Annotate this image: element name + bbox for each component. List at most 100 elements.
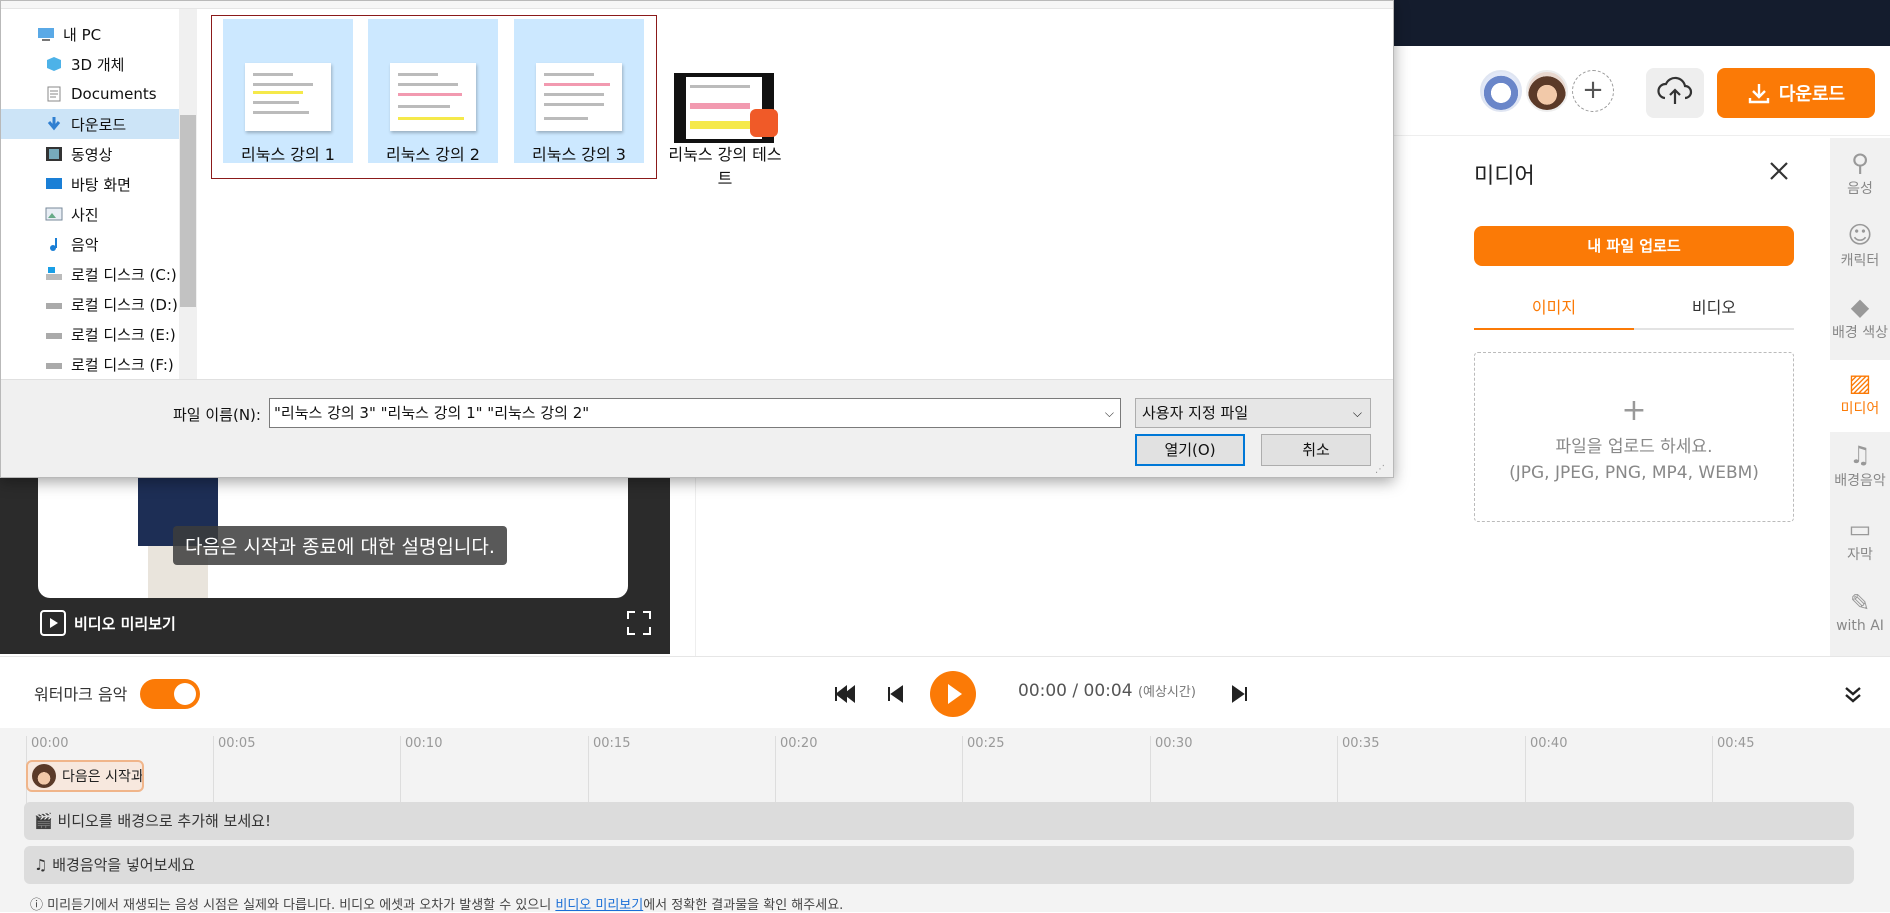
- document-thumbnail: [536, 63, 622, 131]
- filetype-select[interactable]: 사용자 지정 파일 ⌵: [1135, 398, 1371, 428]
- rail-item-voice[interactable]: ⚲ 음성: [1830, 148, 1890, 198]
- timeline-ruler: 00:00 00:05 00:10 00:15 00:20 00:25 00:3…: [0, 728, 1890, 806]
- download-button[interactable]: 다운로드: [1717, 68, 1875, 118]
- file-item[interactable]: 리눅스 강의 2: [368, 19, 498, 164]
- tick-label: 00:20: [775, 736, 817, 806]
- previous-icon[interactable]: [880, 679, 910, 709]
- caption-icon: ▭: [1848, 515, 1872, 543]
- dropzone-text-2: (JPG, JPEG, PNG, MP4, WEBM): [1509, 463, 1759, 483]
- download-arrow-icon: [47, 117, 61, 131]
- nav-item-drive-f[interactable]: 로컬 디스크 (F:): [1, 349, 179, 379]
- file-item[interactable]: 리눅스 강의 1: [223, 19, 353, 164]
- filename-input[interactable]: "리눅스 강의 3" "리눅스 강의 1" "리눅스 강의 2" ⌵: [269, 398, 1121, 428]
- dialog-top-strip: [1, 1, 1393, 9]
- chevron-down-icon[interactable]: ⌵: [1105, 399, 1114, 427]
- nav-scrollbar-thumb[interactable]: [180, 115, 196, 307]
- nav-item-drive-d[interactable]: 로컬 디스크 (D:): [1, 289, 179, 319]
- nav-item-3d[interactable]: 3D 개체: [1, 49, 179, 79]
- next-icon[interactable]: [1225, 679, 1255, 709]
- player-bar: 워터마크 음악 00:00 / 00:04 (예상시간): [0, 656, 1890, 728]
- time-display: 00:00 / 00:04 (예상시간): [1018, 681, 1196, 701]
- video-preview-label[interactable]: 비디오 미리보기: [40, 610, 176, 636]
- cancel-button[interactable]: 취소: [1261, 434, 1371, 466]
- nav-item-drive-e[interactable]: 로컬 디스크 (E:): [1, 319, 179, 349]
- rail-item-media[interactable]: ▨ 미디어: [1830, 360, 1890, 432]
- tab-image[interactable]: 이미지: [1474, 286, 1634, 330]
- nav-item-documents[interactable]: Documents: [1, 79, 179, 109]
- nav-item-music[interactable]: 음악: [1, 229, 179, 259]
- fullscreen-icon[interactable]: [625, 609, 653, 637]
- rail-item-character[interactable]: ☺ 캐릭터: [1830, 220, 1890, 270]
- cloud-upload-icon: [1657, 76, 1693, 104]
- skip-start-icon[interactable]: [830, 679, 860, 709]
- info-icon: ⓘ: [30, 898, 44, 913]
- dropzone-text-1: 파일을 업로드 하세요.: [1555, 437, 1713, 457]
- music-track[interactable]: ♫ 배경음악을 넣어보세요: [24, 846, 1854, 884]
- avatar-person[interactable]: [1526, 70, 1568, 112]
- rail-item-ai[interactable]: ✎ with AI: [1830, 588, 1890, 634]
- document-icon: [47, 86, 61, 102]
- clip-avatar: [32, 764, 56, 788]
- media-panel-title: 미디어: [1474, 164, 1535, 189]
- tick-label: 00:05: [213, 736, 255, 806]
- ai-wand-icon: ✎: [1849, 589, 1871, 617]
- file-item[interactable]: 리눅스 강의 테스트: [660, 19, 790, 188]
- tick-label: 00:10: [400, 736, 442, 806]
- preview-notice: ⓘ 미리듣기에서 재생되는 음성 시점은 실제와 다릅니다. 비디오 에셋과 오…: [30, 898, 844, 913]
- nav-item-videos[interactable]: 동영상: [1, 139, 179, 169]
- timeline: 00:00 00:05 00:10 00:15 00:20 00:25 00:3…: [0, 728, 1890, 913]
- avatar-character[interactable]: [1480, 70, 1522, 112]
- paint-bucket-icon: ◆: [1850, 293, 1870, 321]
- open-button[interactable]: 열기(O): [1135, 434, 1245, 466]
- tick-label: 00:40: [1525, 736, 1567, 806]
- download-label: 다운로드: [1778, 84, 1846, 105]
- file-item[interactable]: 리눅스 강의 3: [514, 19, 644, 164]
- document-thumbnail: [390, 63, 476, 131]
- tab-video[interactable]: 비디오: [1634, 286, 1794, 330]
- upload-dropzone[interactable]: + 파일을 업로드 하세요. (JPG, JPEG, PNG, MP4, WEB…: [1474, 352, 1794, 522]
- file-open-dialog: 내 PC 3D 개체 Documents 다운로드 동영상 바탕 화면 사진 음…: [0, 0, 1394, 478]
- drive-icon: [46, 363, 62, 369]
- document-thumbnail: [245, 63, 331, 131]
- windows-drive-icon: [46, 267, 62, 280]
- add-avatar-button[interactable]: +: [1572, 70, 1614, 112]
- preview-subtitle: 다음은 시작과 종료에 대한 설명입니다.: [173, 526, 507, 565]
- cube-icon: [47, 57, 61, 71]
- rail-item-music[interactable]: ♫ 배경음악: [1830, 440, 1890, 490]
- resize-grip-icon[interactable]: ⋰: [1375, 464, 1389, 476]
- picture-icon: [45, 207, 63, 221]
- rail-item-background-color[interactable]: ◆ 배경 색상: [1830, 292, 1890, 342]
- close-icon[interactable]: [1764, 156, 1794, 186]
- cloud-upload-button[interactable]: [1646, 68, 1704, 118]
- filename-label: 파일 이름(N):: [173, 406, 261, 424]
- desktop-icon: [46, 178, 62, 189]
- play-icon: [948, 684, 962, 704]
- watermark-music-label: 워터마크 음악: [34, 685, 128, 704]
- dialog-footer: 파일 이름(N): "리눅스 강의 3" "리눅스 강의 1" "리눅스 강의 …: [1, 379, 1393, 477]
- tick-label: 00:45: [1712, 736, 1754, 806]
- upload-my-file-button[interactable]: 내 파일 업로드: [1474, 226, 1794, 266]
- drive-icon: [46, 303, 62, 309]
- collapse-chevron-icon[interactable]: [1838, 679, 1868, 709]
- nav-item-my-pc[interactable]: 내 PC: [1, 19, 179, 49]
- download-icon: [1748, 84, 1770, 104]
- voice-clip[interactable]: 다음은 시작과: [26, 760, 144, 792]
- video-track[interactable]: 🎬 비디오를 배경으로 추가해 보세요!: [24, 802, 1854, 840]
- video-preview-link[interactable]: 비디오 미리보기: [555, 898, 643, 913]
- voice-icon: ⚲: [1851, 149, 1869, 177]
- nav-item-downloads[interactable]: 다운로드: [1, 109, 179, 139]
- media-panel: 미디어 내 파일 업로드 이미지 비디오 + 파일을 업로드 하세요. (JPG…: [1444, 138, 1824, 656]
- watermark-music-toggle[interactable]: [140, 679, 200, 709]
- nav-item-drive-c[interactable]: 로컬 디스크 (C:): [1, 259, 179, 289]
- tick-label: 00:35: [1337, 736, 1379, 806]
- app-badge-icon: [750, 109, 778, 137]
- nav-item-desktop[interactable]: 바탕 화면: [1, 169, 179, 199]
- music-note-icon: [50, 238, 57, 251]
- drive-icon: [46, 333, 62, 339]
- tick-label: 00:30: [1150, 736, 1192, 806]
- image-icon: ▨: [1848, 369, 1872, 397]
- navigation-pane: 내 PC 3D 개체 Documents 다운로드 동영상 바탕 화면 사진 음…: [1, 9, 197, 379]
- nav-item-pictures[interactable]: 사진: [1, 199, 179, 229]
- rail-item-caption[interactable]: ▭ 자막: [1830, 514, 1890, 564]
- play-button[interactable]: [930, 671, 976, 717]
